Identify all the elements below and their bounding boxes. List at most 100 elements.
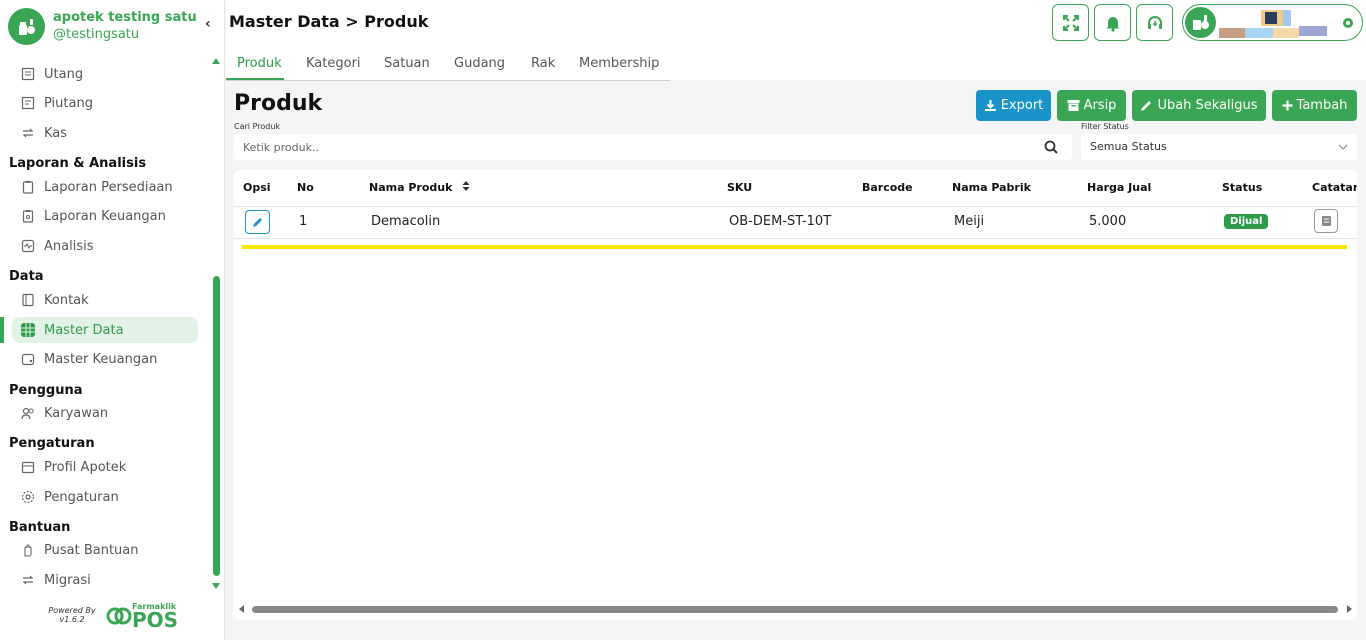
user-menu[interactable] <box>1182 4 1363 41</box>
sidebar-item-label: Migrasi <box>44 572 91 588</box>
sidebar: apotek testing satu @testingsatu ‹ Utang… <box>0 0 225 640</box>
column-header-opsi: Opsi <box>243 181 271 194</box>
scrollbar-thumb[interactable] <box>252 606 1338 613</box>
sidebar-scrollbar[interactable] <box>211 56 222 593</box>
sidebar-item-master-data[interactable]: Master Data <box>12 317 198 343</box>
archive-label: Arsip <box>1083 98 1117 113</box>
search-input[interactable] <box>234 134 1014 160</box>
gear-icon <box>20 489 36 505</box>
tab-satuan[interactable]: Satuan <box>384 56 430 71</box>
sidebar-item-laporan-keuangan[interactable]: Laporan Keuangan <box>12 203 198 229</box>
sidebar-item-label: Kontak <box>44 292 89 308</box>
sidebar-item-label: Pusat Bantuan <box>44 542 139 558</box>
sidebar-item-piutang[interactable]: Piutang <box>12 90 198 116</box>
cell-sku: OB-DEM-ST-10T <box>729 214 832 229</box>
scroll-left-icon[interactable] <box>239 605 244 613</box>
collapse-sidebar-icon[interactable]: ‹ <box>205 16 211 32</box>
pencil-icon <box>1141 101 1152 111</box>
note-icon <box>1321 216 1331 226</box>
sidebar-item-kontak[interactable]: Kontak <box>12 287 198 313</box>
column-header-label: Nama Produk <box>369 181 453 194</box>
tab-kategori[interactable]: Kategori <box>306 56 361 71</box>
export-button[interactable]: Export <box>976 90 1051 121</box>
scroll-up-icon[interactable] <box>212 58 220 64</box>
powered-by: Powered By v1.6.2 <box>44 606 100 624</box>
export-label: Export <box>1000 98 1044 113</box>
active-tab-indicator <box>226 78 284 80</box>
column-header-nama-produk[interactable]: Nama Produk <box>369 181 470 194</box>
search-icon[interactable] <box>1044 139 1058 158</box>
header-divider <box>234 206 1357 207</box>
section-heading-report: Laporan & Analisis <box>9 156 147 171</box>
row-divider <box>234 238 1357 239</box>
gear-icon[interactable] <box>1341 15 1355 34</box>
sidebar-item-label: Karyawan <box>44 405 109 421</box>
bell-icon <box>1106 16 1119 32</box>
sidebar-item-migrasi[interactable]: Migrasi <box>12 567 198 593</box>
add-button[interactable]: Tambah <box>1272 90 1357 121</box>
user-info-redacted <box>1219 10 1327 38</box>
top-bar: Master Data > Produk <box>226 0 1366 48</box>
transfer-icon <box>20 572 36 588</box>
download-icon <box>984 100 996 111</box>
sidebar-item-karyawan[interactable]: Karyawan <box>12 400 198 426</box>
app-version: v1.6.2 <box>59 615 85 624</box>
sidebar-item-label: Kas <box>44 125 68 141</box>
notification-button[interactable] <box>1094 4 1131 41</box>
status-filter-select[interactable]: Semua Status <box>1081 134 1357 160</box>
column-header-nama-pabrik: Nama Pabrik <box>952 181 1031 194</box>
sidebar-item-profil-apotek[interactable]: Profil Apotek <box>12 454 198 480</box>
sidebar-item-analisis[interactable]: Analisis <box>12 233 198 259</box>
tab-membership[interactable]: Membership <box>579 56 659 71</box>
highlight-bar <box>242 245 1347 249</box>
support-button[interactable] <box>1136 4 1173 41</box>
filter-label: Filter Status <box>1081 122 1129 131</box>
pharmacy-handle: @testingsatu <box>53 26 140 42</box>
scroll-down-icon[interactable] <box>212 583 220 589</box>
database-icon <box>20 322 36 338</box>
sidebar-item-kas[interactable]: Kas <box>12 120 198 146</box>
transfer-icon <box>20 125 36 141</box>
bulk-edit-button[interactable]: Ubah Sekaligus <box>1132 90 1266 121</box>
column-header-catatan: Catatan <box>1312 181 1357 194</box>
hand-icon <box>20 542 36 558</box>
horizontal-scrollbar[interactable] <box>238 603 1353 615</box>
avatar <box>1185 7 1216 38</box>
tab-gudang[interactable]: Gudang <box>454 56 505 71</box>
cell-price: 5.000 <box>1089 214 1127 229</box>
content-title: Produk <box>234 91 323 116</box>
scroll-right-icon[interactable] <box>1347 605 1352 613</box>
sidebar-item-label: Utang <box>44 66 84 82</box>
clipboard-money-icon <box>20 208 36 224</box>
headset-icon <box>1147 15 1162 29</box>
sidebar-item-pusat-bantuan[interactable]: Pusat Bantuan <box>12 537 198 563</box>
archive-button[interactable]: Arsip <box>1057 90 1126 121</box>
search-field[interactable] <box>234 134 1072 160</box>
sidebar-item-master-keuangan[interactable]: Master Keuangan <box>12 346 198 372</box>
invoice-icon <box>20 95 36 111</box>
farmaklik-mark-icon <box>106 607 132 625</box>
contact-book-icon <box>20 292 36 308</box>
bulk-edit-label: Ubah Sekaligus <box>1157 98 1258 113</box>
page-title: Master Data > Produk <box>229 12 429 31</box>
note-button[interactable] <box>1314 209 1338 233</box>
edit-button[interactable] <box>245 210 270 234</box>
sidebar-item-utang[interactable]: Utang <box>12 61 198 87</box>
tab-produk[interactable]: Produk <box>237 56 282 71</box>
sidebar-item-pengaturan[interactable]: Pengaturan <box>12 484 198 510</box>
archive-icon <box>1067 100 1080 111</box>
sidebar-item-label: Master Data <box>44 322 124 338</box>
product-table: Opsi No Nama Produk SKU Barcode Nama Pab… <box>234 170 1357 620</box>
pulse-icon <box>20 238 36 254</box>
cell-no: 1 <box>299 214 308 229</box>
sidebar-item-laporan-persediaan[interactable]: Laporan Persediaan <box>12 174 198 200</box>
fullscreen-button[interactable] <box>1052 4 1089 41</box>
sort-icon[interactable] <box>462 181 470 194</box>
expand-icon <box>1062 14 1079 31</box>
sidebar-item-label: Profil Apotek <box>44 459 127 475</box>
scrollbar-thumb[interactable] <box>213 276 220 576</box>
tab-rak[interactable]: Rak <box>531 56 555 71</box>
brand[interactable]: apotek testing satu @testingsatu <box>8 8 197 45</box>
search-label: Cari Produk <box>234 122 281 131</box>
pharmacy-name: apotek testing satu <box>53 9 197 25</box>
